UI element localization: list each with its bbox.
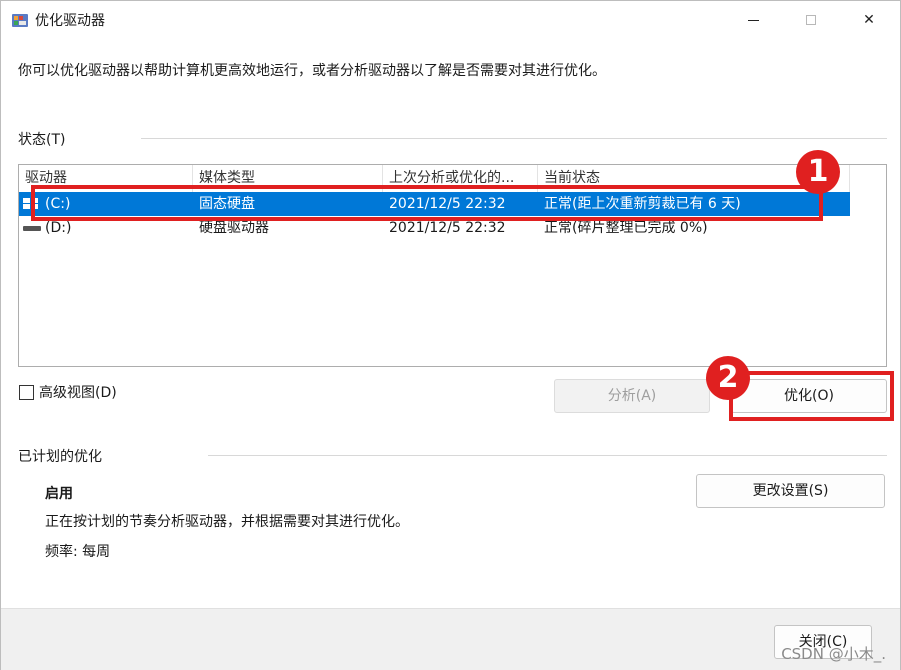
scheduled-divider xyxy=(208,455,887,456)
checkbox-box[interactable] xyxy=(19,384,34,400)
optimize-drives-window: 优化驱动器 ✕ 你可以优化驱动器以帮助计算机更高效地运行，或者分析驱动器以了解是… xyxy=(0,0,901,670)
annotation-badge-2: 2 xyxy=(706,356,750,400)
schedule-frequency: 频率: 每周 xyxy=(45,544,111,560)
window-title: 优化驱动器 xyxy=(35,13,105,29)
schedule-description: 正在按计划的节奏分析驱动器，并根据需要对其进行优化。 xyxy=(45,514,409,530)
annotation-highlight-optimize xyxy=(729,371,894,421)
hard-drive-icon xyxy=(23,226,41,231)
status-divider xyxy=(141,138,887,139)
scheduled-section-label: 已计划的优化 xyxy=(18,449,102,465)
analyze-button[interactable]: 分析(A) xyxy=(554,379,710,413)
close-icon: ✕ xyxy=(863,12,875,28)
minimize-button[interactable] xyxy=(724,1,782,39)
title-bar: 优化驱动器 ✕ xyxy=(1,1,900,39)
advanced-view-checkbox[interactable]: 高级视图(D) xyxy=(19,383,117,401)
advanced-view-label: 高级视图(D) xyxy=(39,385,117,401)
maximize-icon xyxy=(806,15,816,25)
change-settings-button[interactable]: 更改设置(S) xyxy=(696,474,885,508)
defrag-app-icon xyxy=(12,14,28,27)
watermark: CSDN @小木_. xyxy=(781,645,886,663)
schedule-state: 启用 xyxy=(45,486,73,502)
maximize-button[interactable] xyxy=(782,1,840,39)
dialog-footer xyxy=(1,608,900,670)
status-section-label: 状态(T) xyxy=(18,132,66,148)
annotation-highlight-drive-c xyxy=(31,185,823,221)
minimize-icon xyxy=(747,19,759,21)
annotation-badge-1: 1 xyxy=(796,150,840,194)
intro-text: 你可以优化驱动器以帮助计算机更高效地运行，或者分析驱动器以了解是否需要对其进行优… xyxy=(18,63,606,79)
close-window-button[interactable]: ✕ xyxy=(840,1,898,39)
